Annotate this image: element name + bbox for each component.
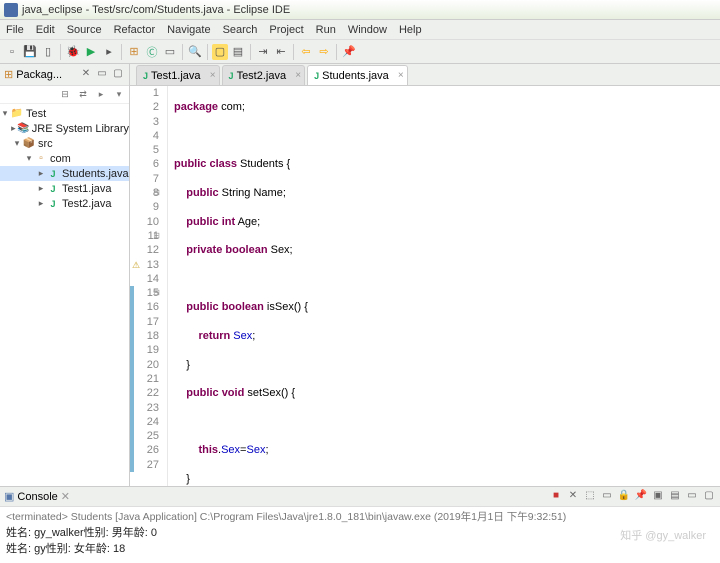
tree-project[interactable]: ▾Test [0,106,129,121]
tree-src[interactable]: ▾src [0,136,129,151]
forward-icon[interactable]: ⇨ [316,44,332,60]
close-icon[interactable]: × [210,70,216,81]
separator [336,44,337,60]
menu-search[interactable]: Search [223,24,258,36]
separator [207,44,208,60]
console-close-icon[interactable]: ✕ [61,490,70,503]
menu-help[interactable]: Help [399,24,422,36]
package-icon: ⊞ [4,68,13,81]
separator [293,44,294,60]
menu-project[interactable]: Project [269,24,303,36]
remove-all-icon[interactable]: ⬚ [583,490,597,504]
minimize-console-icon[interactable]: ▭ [685,490,699,504]
code-content[interactable]: package com; public class Students { pub… [168,86,720,486]
separator [182,44,183,60]
package-explorer-title: Packag... [16,69,77,81]
pin-icon[interactable]: 📌 [341,44,357,60]
new-class-icon[interactable]: Ⓒ [144,44,160,60]
scroll-lock-icon[interactable]: 🔒 [617,490,631,504]
eclipse-icon [4,3,18,17]
java-file-icon: J [229,71,234,81]
minimize-icon[interactable]: ▭ [95,68,109,82]
run-icon[interactable]: ▶ [83,44,99,60]
coverage-icon[interactable]: ▸ [101,44,117,60]
view-menu-icon[interactable]: ▾ [113,89,125,101]
console-panel: ▣Console ✕ ■ ✕ ⬚ ▭ 🔒 📌 ▣ ▤ ▭ ▢ <terminat… [0,486,720,563]
editor-tabs: JTest1.java× JTest2.java× JStudents.java… [130,64,720,86]
annotation-icon[interactable]: ▤ [230,44,246,60]
menu-bar: File Edit Source Refactor Navigate Searc… [0,20,720,40]
next-annotation-icon[interactable]: ⇥ [255,44,271,60]
console-icon: ▣ [4,490,14,503]
package-explorer-header: ⊞ Packag... ✕ ▭ ▢ [0,64,129,86]
tab-test2[interactable]: JTest2.java× [222,65,306,85]
tree-package[interactable]: ▾com [0,151,129,166]
open-console-icon[interactable]: ▤ [668,490,682,504]
console-line: 姓名: gy性别: 女年龄: 18 [6,540,714,556]
tree-file-test2[interactable]: ▸Test2.java [0,196,129,211]
tab-test1[interactable]: JTest1.java× [136,65,220,85]
project-tree[interactable]: ▾Test ▸JRE System Library ▾src ▾com ▸Stu… [0,104,129,486]
collapse-all-icon[interactable]: ⊟ [59,89,71,101]
watermark: 知乎 @gy_walker [620,527,706,543]
separator [121,44,122,60]
menu-source[interactable]: Source [67,24,102,36]
tree-jre[interactable]: ▸JRE System Library [0,121,129,136]
package-explorer: ⊞ Packag... ✕ ▭ ▢ ⊟ ⇄ ▸ ▾ ▾Test ▸JRE Sys… [0,64,130,486]
menu-file[interactable]: File [6,24,24,36]
java-file-icon: J [143,71,148,81]
tree-file-students[interactable]: ▸Students.java [0,166,129,181]
window-title-bar: java_eclipse - Test/src/com/Students.jav… [0,0,720,20]
menu-navigate[interactable]: Navigate [167,24,210,36]
console-title: Console [17,491,57,503]
back-icon[interactable]: ⇦ [298,44,314,60]
focus-icon[interactable]: ▸ [95,89,107,101]
prev-annotation-icon[interactable]: ⇤ [273,44,289,60]
code-editor[interactable]: 1234567 8⊟910 11⊟12 ⚠1314 15⊟ 1617181920… [130,86,720,486]
clear-console-icon[interactable]: ▭ [600,490,614,504]
save-all-icon[interactable]: ▯ [40,44,56,60]
terminate-icon[interactable]: ■ [549,490,563,504]
close-icon[interactable]: × [295,70,301,81]
main-area: ⊞ Packag... ✕ ▭ ▢ ⊟ ⇄ ▸ ▾ ▾Test ▸JRE Sys… [0,64,720,486]
close-icon[interactable]: × [398,70,404,81]
console-header: ▣Console ✕ ■ ✕ ⬚ ▭ 🔒 📌 ▣ ▤ ▭ ▢ [0,487,720,507]
tree-file-test1[interactable]: ▸Test1.java [0,181,129,196]
maximize-console-icon[interactable]: ▢ [702,490,716,504]
toolbar: ▫ 💾 ▯ 🐞 ▶ ▸ ⊞ Ⓒ ▭ 🔍 ▢ ▤ ⇥ ⇤ ⇦ ⇨ 📌 [0,40,720,64]
debug-icon[interactable]: 🐞 [65,44,81,60]
search-icon[interactable]: 🔍 [187,44,203,60]
separator [60,44,61,60]
maximize-icon[interactable]: ▢ [111,68,125,82]
remove-launch-icon[interactable]: ✕ [566,490,580,504]
editor-area: JTest1.java× JTest2.java× JStudents.java… [130,64,720,486]
new-package-icon[interactable]: ⊞ [126,44,142,60]
link-editor-icon[interactable]: ⇄ [77,89,89,101]
menu-edit[interactable]: Edit [36,24,55,36]
toggle-mark-icon[interactable]: ▢ [212,44,228,60]
tab-students[interactable]: JStudents.java× [307,65,408,85]
pin-console-icon[interactable]: 📌 [634,490,648,504]
console-line: 姓名: gy_walker性别: 男年龄: 0 [6,524,714,540]
console-output[interactable]: <terminated> Students [Java Application]… [0,507,720,563]
open-type-icon[interactable]: ▭ [162,44,178,60]
menu-window[interactable]: Window [348,24,387,36]
display-selected-icon[interactable]: ▣ [651,490,665,504]
menu-refactor[interactable]: Refactor [114,24,156,36]
separator [250,44,251,60]
new-icon[interactable]: ▫ [4,44,20,60]
package-explorer-toolbar: ⊟ ⇄ ▸ ▾ [0,86,129,104]
console-terminated-line: <terminated> Students [Java Application]… [6,509,714,524]
window-title: java_eclipse - Test/src/com/Students.jav… [22,4,290,16]
menu-run[interactable]: Run [316,24,336,36]
close-view-icon[interactable]: ✕ [79,68,93,82]
line-gutter: 1234567 8⊟910 11⊟12 ⚠1314 15⊟ 1617181920… [130,86,168,486]
java-file-icon: J [314,71,319,81]
save-icon[interactable]: 💾 [22,44,38,60]
